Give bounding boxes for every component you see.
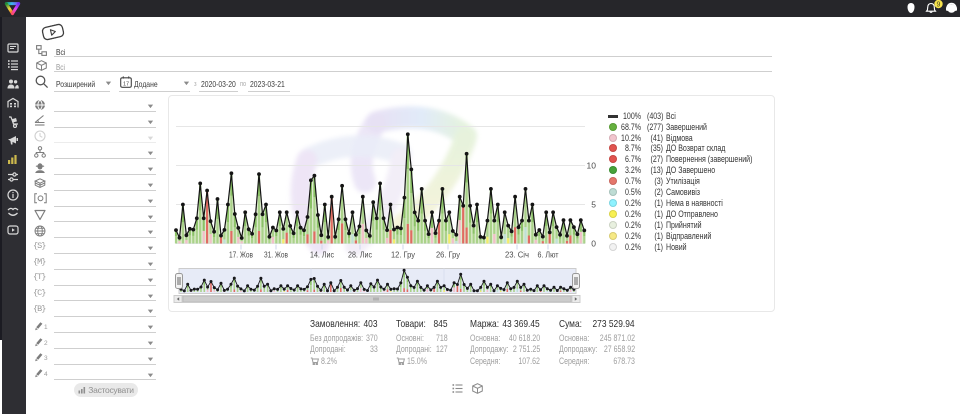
svg-text:26. Гру: 26. Гру	[436, 250, 461, 260]
svg-text:23. Січ: 23. Січ	[505, 250, 529, 260]
svg-text:6. Лют: 6. Лют	[538, 250, 559, 260]
svg-text:17: 17	[123, 81, 129, 87]
svg-text:12. Гру: 12. Гру	[391, 250, 416, 260]
svg-text:9: 9	[937, 2, 941, 9]
svg-text:5: 5	[591, 200, 596, 210]
svg-text:14. Лис: 14. Лис	[310, 250, 334, 260]
svg-text:17. Жов: 17. Жов	[229, 250, 253, 260]
svg-text:31. Жов: 31. Жов	[264, 250, 288, 260]
svg-text:10: 10	[587, 161, 597, 171]
svg-text:0: 0	[591, 239, 596, 249]
svg-text:28. Лис: 28. Лис	[348, 250, 372, 260]
